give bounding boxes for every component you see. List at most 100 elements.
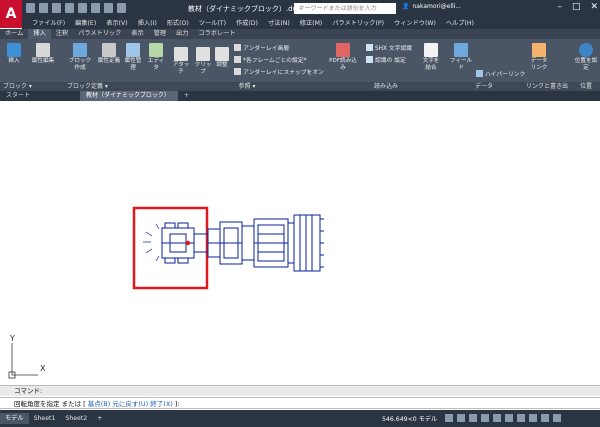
data-link-button[interactable]: データリンク — [528, 43, 550, 72]
recognition-settings-button[interactable]: 認識の 設定 — [366, 55, 406, 64]
plot-icon[interactable] — [91, 3, 100, 13]
cloud-icon[interactable] — [78, 3, 87, 13]
app-logo: A — [5, 6, 17, 22]
menu-insert[interactable]: 挿入(I) — [138, 18, 157, 29]
block-editor-button[interactable]: エディタ — [146, 43, 166, 72]
file-tab-start[interactable]: スタート — [0, 91, 80, 101]
snap-mode-icon[interactable] — [457, 414, 465, 422]
isolate-icon[interactable] — [541, 414, 549, 422]
combine-text-label: 文字を結合 — [422, 58, 440, 71]
maximize-button[interactable]: □ — [572, 2, 581, 12]
pdf-import-button[interactable]: PDF読み込み — [328, 43, 358, 72]
annotation-scale-icon[interactable] — [517, 414, 525, 422]
document-title: 教材（ダイナミックブロック）.dwg — [188, 5, 303, 13]
tab-manage[interactable]: 管理 — [149, 29, 171, 39]
application-menu-button[interactable]: A — [0, 0, 22, 28]
coordinate-readout: 546.649<0 モデル — [382, 414, 437, 423]
clip-button[interactable]: クリップ — [193, 47, 213, 76]
option-exit[interactable]: 終了(X) — [150, 400, 173, 408]
layout-tab-sheet2[interactable]: Sheet2 — [60, 413, 92, 424]
menu-view[interactable]: 表示(V) — [106, 18, 127, 29]
insert-block-button[interactable]: 挿入 — [4, 43, 24, 65]
grip-point[interactable] — [185, 240, 191, 246]
coordinate-value: 546.649<0 — [382, 416, 417, 423]
menu-draw[interactable]: 作成(D) — [236, 18, 258, 29]
set-location-button[interactable]: 位置を設定 — [574, 43, 598, 72]
field-button[interactable]: フィールド — [448, 43, 474, 72]
polar-icon[interactable] — [481, 414, 489, 422]
menu-edit[interactable]: 編集(E) — [75, 18, 96, 29]
add-layout-button[interactable]: + — [92, 413, 107, 424]
hyperlink-button[interactable]: ハイパーリンク — [476, 69, 525, 78]
file-tabs: スタート 教材（ダイナミックブロック）* + — [0, 91, 600, 109]
data-panel-title[interactable]: データ — [446, 82, 522, 91]
command-line[interactable]: 回転角度を指定 または [ 基点(B) 元に戻す(U) 終了(X) ]: — [0, 397, 600, 409]
customize-icon[interactable] — [553, 414, 561, 422]
save-icon[interactable] — [52, 3, 61, 13]
menu-parametric[interactable]: パラメトリック(P) — [332, 18, 384, 29]
menu-window[interactable]: ウィンドウ(W) — [394, 18, 436, 29]
underlay-layers-button[interactable]: アンダーレイ画層 — [234, 43, 289, 52]
save-as-icon[interactable] — [65, 3, 74, 13]
minimize-button[interactable]: – — [557, 2, 562, 12]
frames-setting-dropdown[interactable]: *各フレームごとの設定* — [234, 55, 307, 64]
user-account[interactable]: 👤 nakamori@elli... — [402, 3, 461, 10]
tab-annotate[interactable]: 注釈 — [51, 29, 73, 39]
define-attribute-button[interactable]: 属性定義 — [96, 43, 122, 65]
adjust-icon — [215, 47, 229, 61]
file-tab-active-drawing[interactable]: 教材（ダイナミックブロック）* — [80, 91, 178, 109]
layout-tab-sheet1[interactable]: Sheet1 — [29, 413, 61, 424]
snap-label: アンダーレイにスナップをオン — [243, 70, 324, 76]
attach-button[interactable]: アタッチ — [170, 47, 192, 76]
tab-output[interactable]: 出力 — [171, 29, 193, 39]
tab-view[interactable]: 表示 — [126, 29, 148, 39]
ortho-icon[interactable] — [469, 414, 477, 422]
menu-help[interactable]: ヘルプ(H) — [446, 18, 474, 29]
drawing-canvas[interactable]: Y X — [0, 101, 600, 381]
grid-icon[interactable] — [445, 414, 453, 422]
adjust-button[interactable]: 調整 — [214, 47, 230, 69]
menu-format[interactable]: 形式(O) — [167, 18, 189, 29]
snap-to-underlay-dropdown[interactable]: アンダーレイにスナップをオン — [234, 67, 324, 76]
model-space-button[interactable]: モデル — [419, 416, 438, 423]
location-panel-title[interactable]: 位置 — [572, 82, 600, 91]
close-button[interactable]: ✕ — [590, 2, 598, 12]
new-tab-button[interactable]: + — [178, 91, 195, 101]
menu-dimension[interactable]: 寸法(N) — [268, 18, 290, 29]
shx-icon — [366, 44, 373, 51]
edit-attribute-button[interactable]: 属性編集 — [28, 43, 58, 65]
combine-text-button[interactable]: 文字を結合 — [420, 43, 442, 72]
tab-collaborate[interactable]: コラボレート — [193, 29, 240, 39]
block-panel-title[interactable]: ブロック ▾ — [0, 82, 64, 91]
user-name: nakamori@elli... — [412, 3, 462, 10]
tab-home[interactable]: ホーム — [0, 29, 28, 39]
attach-label: アタッチ — [172, 62, 190, 75]
reference-panel-title[interactable]: 参照 ▾ — [168, 82, 326, 91]
option-undo[interactable]: 元に戻す(U) — [112, 400, 148, 408]
pdf-icon — [336, 43, 350, 57]
block-definition-panel-title[interactable]: ブロック定義 ▾ — [64, 82, 168, 91]
window-controls: – □ ✕ — [557, 2, 598, 12]
undo-icon[interactable] — [104, 3, 113, 13]
insert-block-label: 挿入 — [8, 58, 20, 64]
user-icon: 👤 — [402, 3, 410, 10]
import-panel-title[interactable]: 読み込み — [326, 82, 446, 91]
layout-tab-model[interactable]: モデル — [0, 413, 29, 424]
option-base-point[interactable]: 基点(B) — [88, 400, 111, 408]
menu-tools[interactable]: ツール(T) — [199, 18, 226, 29]
new-icon[interactable] — [26, 3, 35, 13]
link-panel-title[interactable]: リンクと書き出し — [522, 82, 572, 99]
menu-file[interactable]: ファイル(F) — [32, 18, 65, 29]
redo-icon[interactable] — [117, 3, 126, 13]
create-block-button[interactable]: ブロック作成 — [68, 43, 92, 72]
menu-modify[interactable]: 修正(M) — [300, 18, 323, 29]
lineweight-icon[interactable] — [505, 414, 513, 422]
search-input[interactable]: キーワードまたは語句を入力 — [294, 3, 396, 14]
open-icon[interactable] — [39, 3, 48, 13]
shx-recognition-button[interactable]: SHX 文字認識 — [366, 43, 412, 52]
workspace-icon[interactable] — [529, 414, 537, 422]
tab-insert[interactable]: 挿入 — [28, 29, 51, 39]
tab-parametric[interactable]: パラメトリック — [73, 29, 126, 39]
manage-attribute-button[interactable]: 属性管理 — [124, 43, 142, 72]
osnap-icon[interactable] — [493, 414, 501, 422]
